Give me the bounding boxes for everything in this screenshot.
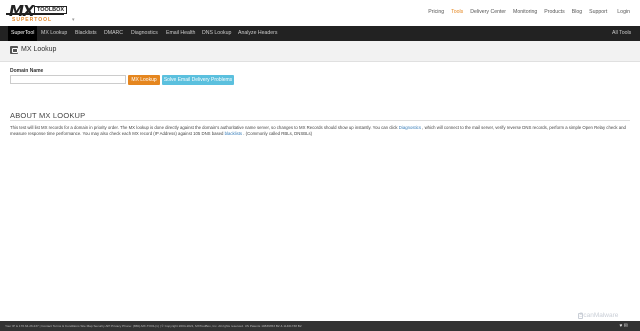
about-paragraph: This test will list MX records for a dom… — [10, 125, 630, 137]
footer-text: Your IP is 170.64.26.237 | Contact Terms… — [5, 324, 302, 328]
main-nav: SuperTool MX Lookup Blacklists DMARC Dia… — [0, 26, 640, 41]
about-heading: ABOUT MX LOOKUP — [10, 111, 86, 120]
scanmalware-watermark: ScanMalware — [579, 312, 619, 319]
logo-supertool-text: SUPERTOOL — [12, 17, 53, 23]
page-title: MX Lookup — [21, 46, 57, 53]
domain-input[interactable] — [10, 75, 126, 84]
top-nav-blog[interactable]: Blog — [572, 9, 582, 15]
top-nav-support[interactable]: Support — [589, 9, 607, 15]
top-nav-monitoring[interactable]: Monitoring — [513, 9, 537, 15]
toolbox-icon — [10, 46, 18, 54]
top-nav-delivery-center[interactable]: Delivery Center — [470, 9, 506, 15]
tab-diagnostics[interactable]: Diagnostics — [131, 26, 158, 41]
about-text-part-3: . (Commonly called RBLs, DNSBLs) — [242, 131, 313, 136]
top-nav-pricing[interactable]: Pricing — [428, 9, 444, 15]
footer-social-icons[interactable]: ♥ ✉ — [619, 323, 628, 329]
solve-email-delivery-button[interactable]: Solve Email Delivery Problems — [162, 75, 234, 85]
top-nav-products[interactable]: Products — [544, 9, 564, 15]
tab-supertool[interactable]: SuperTool — [8, 26, 38, 41]
mxtoolbox-logo[interactable]: MX TOOLBOX SUPERTOOL ▾ — [6, 2, 76, 24]
tab-dns-lookup[interactable]: DNS Lookup — [202, 26, 231, 41]
top-nav-tools[interactable]: Tools — [451, 9, 463, 15]
logo-underline — [6, 13, 64, 15]
login-link[interactable]: Login — [617, 9, 630, 15]
tab-all-tools[interactable]: All Tools — [612, 26, 631, 41]
tab-email-health[interactable]: Email Health — [166, 26, 195, 41]
tab-blacklists[interactable]: Blacklists — [75, 26, 97, 41]
top-nav: Pricing Tools Delivery Center Monitoring… — [421, 9, 630, 15]
footer: Your IP is 170.64.26.237 | Contact Terms… — [0, 321, 640, 331]
diagnostics-link[interactable]: Diagnostics — [399, 125, 421, 130]
tab-dmarc[interactable]: DMARC — [104, 26, 123, 41]
chevron-down-icon[interactable]: ▾ — [72, 17, 75, 23]
about-text-part-1: This test will list MX records for a dom… — [10, 125, 399, 130]
about-divider — [10, 120, 630, 121]
blacklists-link[interactable]: blacklists — [225, 131, 242, 136]
tab-analyze-headers[interactable]: Analyze Headers — [238, 26, 278, 41]
domain-name-label: Domain Name — [10, 68, 44, 74]
top-header: MX TOOLBOX SUPERTOOL ▾ Pricing Tools Del… — [0, 0, 640, 25]
tab-mx-lookup[interactable]: MX Lookup — [41, 26, 67, 41]
mx-lookup-button[interactable]: MX Lookup — [128, 75, 160, 85]
page-title-bar: MX Lookup — [0, 41, 640, 62]
